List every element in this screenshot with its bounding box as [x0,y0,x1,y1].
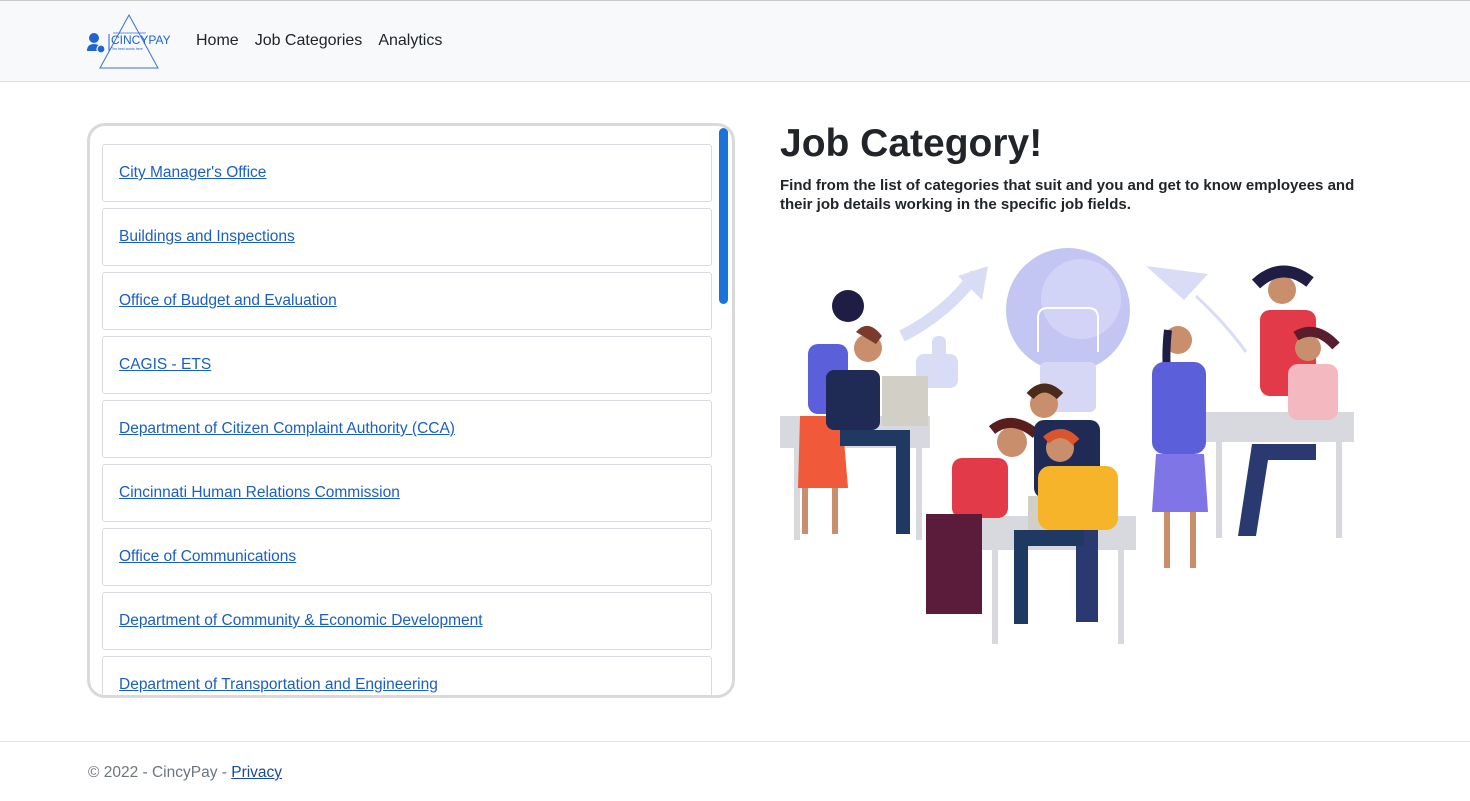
privacy-link[interactable]: Privacy [231,764,282,781]
brand-logo[interactable]: CINCYPAY The best works here [86,13,174,71]
page-title: Job Category! [780,122,1043,165]
category-item: Department of Citizen Complaint Authorit… [102,400,712,458]
category-list-panel: City Manager's Office Buildings and Insp… [87,123,735,698]
footer-text: © 2022 - CincyPay - Privacy [88,764,282,782]
category-item: Office of Communications [102,528,712,586]
category-item: Office of Budget and Evaluation [102,272,712,330]
category-item: CAGIS - ETS [102,336,712,394]
category-link[interactable]: Cincinnati Human Relations Commission [119,484,400,501]
brand-tagline: The best works here [111,47,143,51]
category-list: City Manager's Office Buildings and Insp… [102,144,712,695]
navbar: CINCYPAY The best works here Home Job Ca… [0,0,1470,82]
footer: © 2022 - CincyPay - Privacy [0,741,1470,801]
category-link[interactable]: Department of Community & Economic Devel… [119,612,483,629]
category-link[interactable]: Department of Transportation and Enginee… [119,676,438,693]
nav-analytics-link[interactable]: Analytics [378,32,442,50]
category-item: Cincinnati Human Relations Commission [102,464,712,522]
nav-home-link[interactable]: Home [196,32,239,50]
nav-links: Home Job Categories Analytics [196,32,442,50]
category-link[interactable]: CAGIS - ETS [119,356,211,373]
scrollbar[interactable] [716,126,730,695]
category-item: Department of Transportation and Enginee… [102,656,712,695]
category-link[interactable]: Office of Budget and Evaluation [119,292,337,309]
category-link[interactable]: City Manager's Office [119,164,266,181]
nav-job-categories-link[interactable]: Job Categories [255,32,363,50]
category-item: Buildings and Inspections [102,208,712,266]
category-link[interactable]: Office of Communications [119,548,296,565]
category-item: City Manager's Office [102,144,712,202]
copyright-text: © 2022 - CincyPay - [88,764,232,781]
category-link[interactable]: Buildings and Inspections [119,228,295,245]
user-icon [89,33,99,43]
brand-name: CINCYPAY [111,33,171,47]
team-illustration [776,244,1360,650]
page-description: Find from the list of categories that su… [780,177,1355,213]
category-link[interactable]: Department of Citizen Complaint Authorit… [119,420,455,437]
scrollbar-thumb[interactable] [719,128,728,304]
category-item: Department of Community & Economic Devel… [102,592,712,650]
